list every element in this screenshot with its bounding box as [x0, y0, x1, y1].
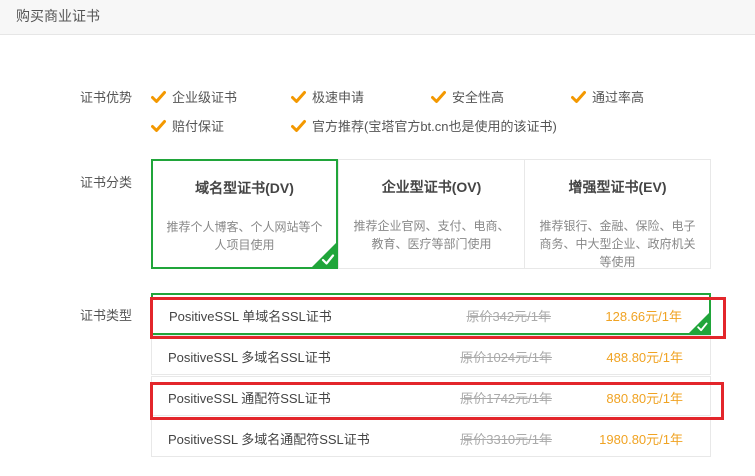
checkmark-icon [291, 119, 306, 132]
sale-price: 488.80元/1年 [606, 350, 683, 365]
original-price: 原价3310元/1年 [460, 432, 552, 447]
category-desc: 推荐企业官网、支付、电商、教育、医疗等部门使用 [353, 219, 510, 251]
category-name: 企业型证书(OV) [381, 179, 482, 195]
advantage-text: 赔付保证 [172, 119, 225, 134]
advantage-item: 企业级证书 [151, 87, 237, 106]
advantage-item: 安全性高 [431, 87, 504, 106]
product-row-multi-domain[interactable]: PositiveSSL 多域名SSL证书 原价1024元/1年 488.80元/… [151, 335, 711, 375]
advantage-text: 安全性高 [452, 90, 505, 105]
product-name: PositiveSSL 通配符SSL证书 [168, 391, 331, 406]
checkmark-icon [571, 90, 586, 103]
product-row-single-domain[interactable]: PositiveSSL 单域名SSL证书 原价342元/1年 128.66元/1… [151, 293, 711, 335]
checkmark-icon [291, 90, 306, 103]
category-name: 域名型证书(DV) [195, 180, 294, 196]
advantage-item: 通过率高 [571, 87, 644, 106]
selected-corner-check-icon [688, 312, 710, 334]
category-card-dv[interactable]: 域名型证书(DV) 推荐个人博客、个人网站等个人项目使用 [151, 159, 338, 269]
advantage-text: 极速申请 [312, 90, 365, 105]
category-label: 证书分类 [80, 175, 133, 190]
product-name: PositiveSSL 单域名SSL证书 [169, 309, 332, 324]
advantage-text: 企业级证书 [172, 90, 238, 105]
page-title: 购买商业证书 [16, 8, 100, 24]
selected-corner-check-icon [311, 242, 337, 268]
advantage-item: 赔付保证 [151, 116, 224, 135]
checkmark-icon [431, 90, 446, 103]
advantages-label: 证书优势 [80, 90, 133, 105]
category-card-ov[interactable]: 企业型证书(OV) 推荐企业官网、支付、电商、教育、医疗等部门使用 [338, 159, 525, 269]
advantage-text: 通过率高 [592, 90, 645, 105]
product-row-wildcard[interactable]: PositiveSSL 通配符SSL证书 原价1742元/1年 880.80元/… [151, 376, 711, 416]
checkmark-icon [151, 90, 166, 103]
advantage-item: 官方推荐(宝塔官方bt.cn也是使用的该证书) [291, 116, 557, 135]
product-row-multi-domain-wildcard[interactable]: PositiveSSL 多域名通配符SSL证书 原价3310元/1年 1980.… [151, 417, 711, 457]
category-name: 增强型证书(EV) [568, 179, 667, 195]
advantage-text: 官方推荐(宝塔官方bt.cn也是使用的该证书) [312, 119, 557, 134]
product-name: PositiveSSL 多域名SSL证书 [168, 350, 331, 365]
sale-price: 128.66元/1年 [605, 309, 682, 324]
page-header: 购买商业证书 [0, 0, 755, 35]
original-price: 原价1742元/1年 [460, 391, 552, 406]
type-label: 证书类型 [80, 308, 133, 323]
category-desc: 推荐个人博客、个人网站等个人项目使用 [166, 220, 323, 252]
checkmark-icon [151, 119, 166, 132]
original-price: 原价342元/1年 [466, 309, 551, 324]
original-price: 原价1024元/1年 [460, 350, 552, 365]
advantage-item: 极速申请 [291, 87, 364, 106]
sale-price: 1980.80元/1年 [599, 432, 683, 447]
product-name: PositiveSSL 多域名通配符SSL证书 [168, 432, 370, 447]
sale-price: 880.80元/1年 [606, 391, 683, 406]
category-card-ev[interactable]: 增强型证书(EV) 推荐银行、金融、保险、电子商务、中大型企业、政府机关等使用 [524, 159, 711, 269]
category-desc: 推荐银行、金融、保险、电子商务、中大型企业、政府机关等使用 [539, 219, 696, 269]
